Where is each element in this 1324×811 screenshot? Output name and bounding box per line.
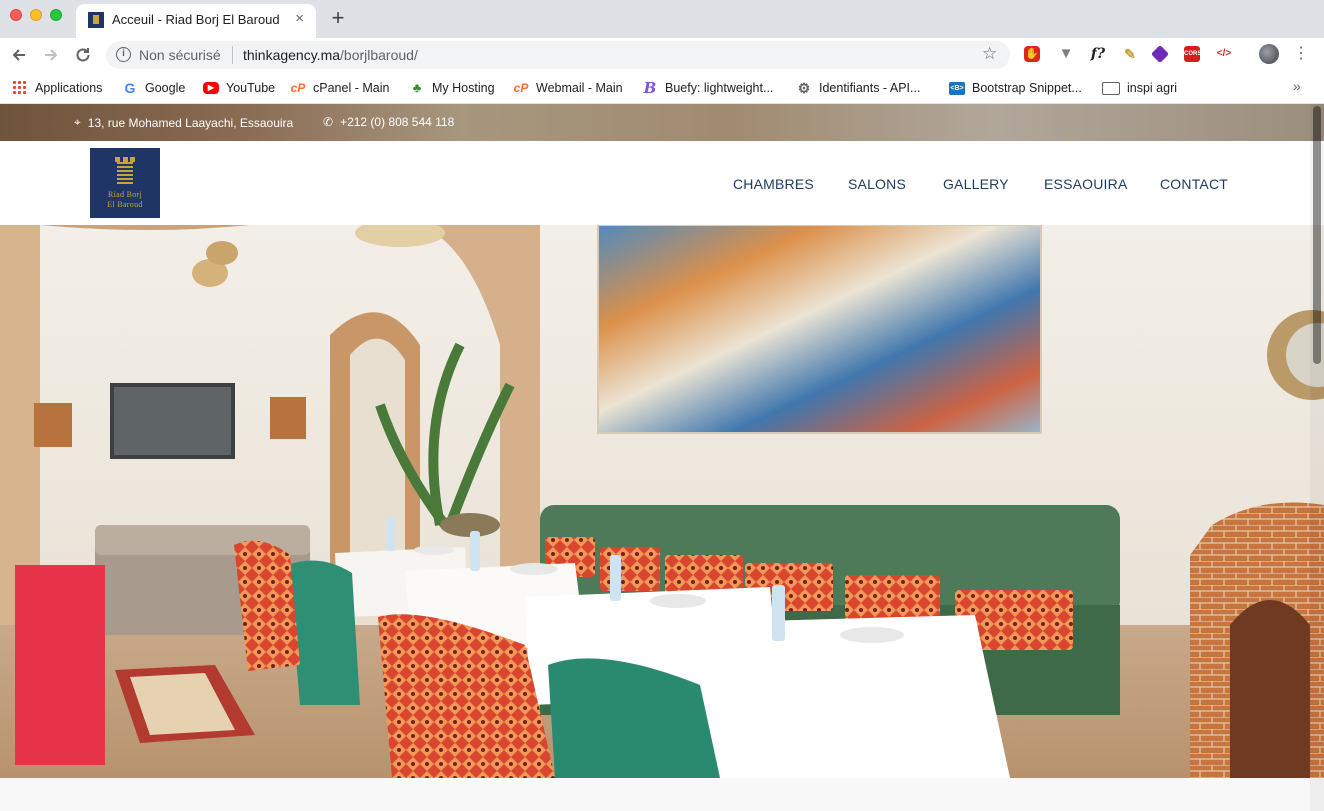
address-text: 13, rue Mohamed Laayachi, Essaouira <box>87 115 294 130</box>
phone-info[interactable]: ✆ +212 (0) 808 544 118 <box>323 115 454 129</box>
bootstrap-icon: <B> <box>949 81 965 95</box>
browser-tab[interactable]: Acceuil - Riad Borj El Baroud × <box>76 4 316 38</box>
riad-favicon-icon <box>88 12 104 28</box>
site-header: Riad Borj El Baroud CHAMBRES SALONS GALL… <box>0 141 1324 225</box>
tab-title: Acceuil - Riad Borj El Baroud <box>112 12 280 27</box>
bookmark-webmail-main[interactable]: cP Webmail - Main <box>513 78 623 98</box>
dining-room-photo <box>0 225 1324 778</box>
nav-link-gallery[interactable]: GALLERY <box>943 176 1009 192</box>
nav-link-contact[interactable]: CONTACT <box>1160 176 1228 192</box>
arrow-left-icon <box>12 49 25 61</box>
code-extension-icon[interactable]: </> <box>1214 46 1234 62</box>
bookmark-label: inspi agri <box>1127 81 1178 95</box>
browser-menu-icon[interactable]: ⋮ <box>1293 43 1309 65</box>
scrollbar-thumb[interactable] <box>1313 106 1321 364</box>
youtube-icon: ▶ <box>203 82 219 94</box>
profile-avatar[interactable] <box>1259 44 1279 64</box>
bookmark-google[interactable]: G Google <box>122 78 186 98</box>
logo-text-line1: Riad Borj <box>107 190 143 199</box>
address-info: ⌖ 13, rue Mohamed Laayachi, Essaouira <box>74 115 293 130</box>
bookmark-label: Bootstrap Snippet... <box>972 81 1082 95</box>
bookmarks-overflow-button[interactable]: » <box>1293 78 1301 94</box>
next-section <box>0 778 1324 811</box>
back-button[interactable] <box>6 42 32 68</box>
website-viewport: ⌖ 13, rue Mohamed Laayachi, Essaouira ✆ … <box>0 104 1324 811</box>
window-minimize-button[interactable] <box>30 9 42 21</box>
whatfont-extension-icon[interactable]: f? <box>1088 46 1108 62</box>
bookmark-youtube[interactable]: ▶ YouTube <box>203 78 275 98</box>
bookmark-my-hosting[interactable]: ♣ My Hosting <box>409 78 495 98</box>
nav-link-salons[interactable]: SALONS <box>848 176 906 192</box>
url-host: thinkagency.ma <box>243 47 341 63</box>
url-text[interactable]: thinkagency.ma/borjlbaroud/ <box>243 47 418 63</box>
bookmark-label: Buefy: lightweight... <box>665 81 774 95</box>
nav-link-essaouira[interactable]: ESSAOUIRA <box>1044 176 1128 192</box>
info-icon[interactable]: i <box>116 47 131 62</box>
address-bar[interactable]: i Non sécurisé thinkagency.ma/borjlbarou… <box>106 41 1010 69</box>
bookmark-label: Identifiants - API... <box>819 81 921 95</box>
gear-icon: ⚙ <box>797 80 811 96</box>
bookmark-bootstrap-snippet[interactable]: <B> Bootstrap Snippet... <box>949 78 1082 98</box>
hosting-icon: ♣ <box>412 80 422 95</box>
phone-text: +212 (0) 808 544 118 <box>340 115 455 129</box>
bookmark-label: Applications <box>35 81 103 95</box>
window-maximize-button[interactable] <box>50 9 62 21</box>
bookmark-applications[interactable]: Applications <box>12 78 102 98</box>
bookmark-label: Webmail - Main <box>536 81 623 95</box>
vue-devtools-extension-icon[interactable]: ▼ <box>1058 46 1074 62</box>
bookmark-star-icon[interactable]: ☆ <box>982 44 997 64</box>
tower-icon <box>115 157 135 185</box>
contact-top-bar: ⌖ 13, rue Mohamed Laayachi, Essaouira ✆ … <box>0 104 1324 141</box>
browser-toolbar: i Non sécurisé thinkagency.ma/borjlbarou… <box>0 38 1324 72</box>
bookmarks-bar: Applications G Google ▶ YouTube cP cPane… <box>0 72 1324 104</box>
bookmark-label: YouTube <box>226 81 276 95</box>
color-picker-extension-icon[interactable]: ✎ <box>1122 46 1138 62</box>
forward-button[interactable] <box>38 42 64 68</box>
cors-extension-icon[interactable]: CORS <box>1184 46 1201 62</box>
cpanel-icon: cP <box>290 81 306 95</box>
page-scrollbar[interactable] <box>1310 104 1324 811</box>
adblock-extension-icon[interactable]: ✋ <box>1024 46 1040 62</box>
folder-icon <box>1102 81 1120 95</box>
bookmark-folder-inspi-agri[interactable]: inspi agri <box>1102 78 1177 98</box>
buefy-icon: B <box>643 79 657 97</box>
browser-tab-bar: Acceuil - Riad Borj El Baroud × + <box>0 0 1324 38</box>
logo-text-line2: El Baroud <box>107 200 143 209</box>
apps-icon <box>12 80 28 96</box>
bookmark-label: Google <box>145 81 186 95</box>
tab-close-icon[interactable]: × <box>295 10 304 28</box>
url-path: /borjlbaroud/ <box>340 47 418 63</box>
site-logo[interactable]: Riad Borj El Baroud <box>90 148 160 218</box>
google-icon: G <box>124 80 136 96</box>
new-tab-button[interactable]: + <box>326 5 350 31</box>
hero-image <box>0 225 1324 778</box>
nav-link-chambres[interactable]: CHAMBRES <box>733 176 814 192</box>
url-separator <box>232 46 233 64</box>
bookmark-buefy[interactable]: B Buefy: lightweight... <box>642 78 774 98</box>
security-label: Non sécurisé <box>139 47 221 63</box>
bookmark-label: cPanel - Main <box>313 81 390 95</box>
map-pin-icon: ⌖ <box>74 115 81 129</box>
arrow-right-icon <box>45 49 58 61</box>
reload-button[interactable] <box>70 42 96 68</box>
cpanel-icon: cP <box>513 81 529 95</box>
cube-extension-icon[interactable] <box>1150 44 1170 64</box>
bookmark-cpanel-main[interactable]: cP cPanel - Main <box>290 78 390 98</box>
bookmark-identifiants-api[interactable]: ⚙ Identifiants - API... <box>796 78 921 98</box>
reload-icon <box>76 48 90 62</box>
phone-icon: ✆ <box>323 115 334 129</box>
window-close-button[interactable] <box>10 9 22 21</box>
bookmark-label: My Hosting <box>432 81 495 95</box>
